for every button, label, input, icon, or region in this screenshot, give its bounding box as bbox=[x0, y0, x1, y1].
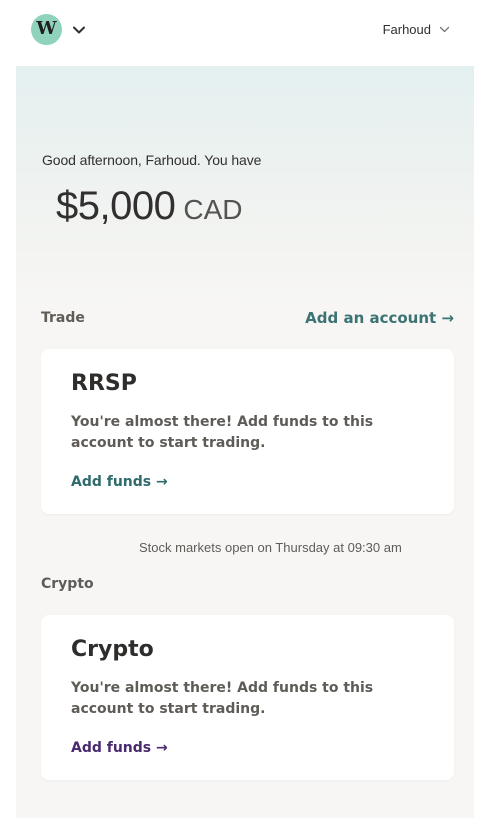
crypto-account-card[interactable]: Crypto You're almost there! Add funds to… bbox=[41, 615, 454, 780]
logo-letter: W bbox=[36, 18, 57, 39]
greeting-text: Good afternoon, Farhoud. You have bbox=[42, 152, 262, 168]
card-description: You're almost there! Add funds to this a… bbox=[71, 414, 374, 451]
balance-amount: $5,000 bbox=[56, 184, 176, 228]
rrsp-account-card[interactable]: RRSP You're almost there! Add funds to t… bbox=[41, 349, 454, 514]
user-name: Farhoud bbox=[382, 22, 431, 37]
section-title-trade: Trade bbox=[41, 310, 85, 326]
market-hours-note: Stock markets open on Thursday at 09:30 … bbox=[139, 540, 402, 555]
wealthsimple-logo: W bbox=[31, 14, 62, 45]
add-funds-link[interactable]: Add funds → bbox=[71, 740, 168, 756]
dashboard-panel: Good afternoon, Farhoud. You have $5,000… bbox=[16, 66, 474, 818]
card-title: Crypto bbox=[71, 637, 154, 662]
top-bar: W Farhoud bbox=[0, 0, 490, 64]
card-description: You're almost there! Add funds to this a… bbox=[71, 680, 374, 717]
chevron-down-icon bbox=[73, 26, 85, 33]
add-funds-link[interactable]: Add funds → bbox=[71, 474, 168, 490]
balance-currency: CAD bbox=[183, 194, 243, 225]
add-account-link[interactable]: Add an account → bbox=[305, 309, 454, 327]
user-menu[interactable]: Farhoud bbox=[383, 22, 450, 37]
section-title-crypto: Crypto bbox=[41, 576, 94, 592]
total-balance: $5,000 CAD bbox=[56, 182, 242, 234]
card-title: RRSP bbox=[71, 371, 137, 396]
chevron-down-icon bbox=[439, 26, 450, 33]
account-switcher[interactable]: W bbox=[31, 14, 86, 45]
